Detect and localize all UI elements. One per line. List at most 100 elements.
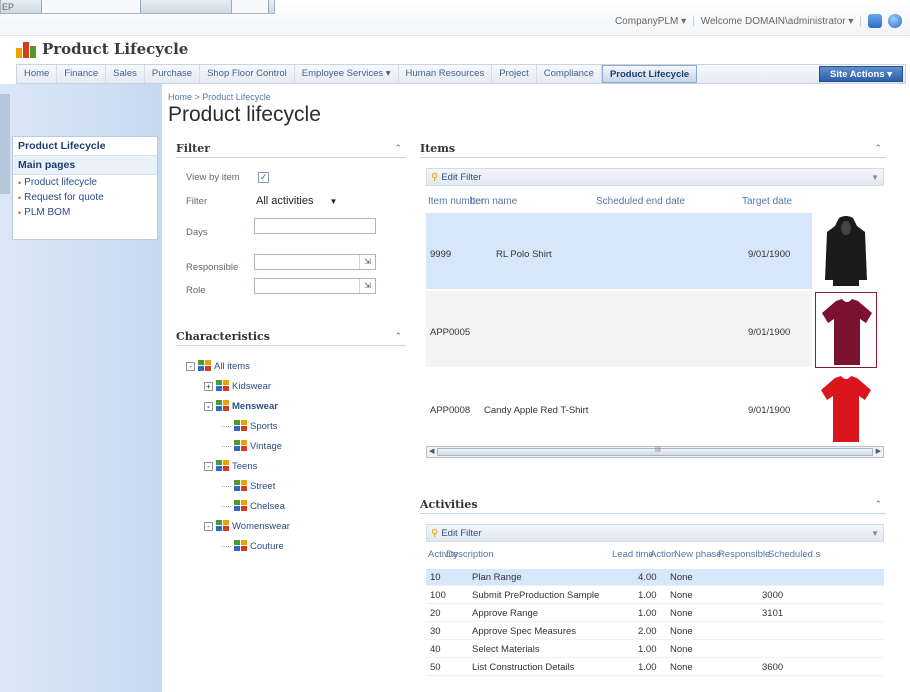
dropdown-arrow-icon: ▼: [329, 197, 338, 206]
item-thumbnail[interactable]: [815, 214, 877, 290]
tree-node-label: Couture: [250, 540, 284, 552]
items-horizontal-scrollbar[interactable]: ◀ III ▶: [426, 446, 884, 458]
nav-item-0[interactable]: Home: [17, 65, 58, 83]
activity-id: 100: [430, 590, 446, 601]
activity-responsible: 3000: [762, 590, 784, 601]
item-name: RL Polo Shirt: [496, 249, 552, 260]
nav-item-7[interactable]: Project: [492, 65, 537, 83]
tree-node[interactable]: Sports: [222, 420, 277, 432]
item-number: APP0008: [430, 405, 471, 416]
days-input[interactable]: [254, 218, 376, 234]
hoodie-icon: [825, 216, 867, 286]
expand-icon[interactable]: +: [204, 381, 213, 391]
activities-column-header[interactable]: Scheduled s: [768, 549, 820, 560]
collapse-tree-icon[interactable]: -: [204, 521, 213, 531]
help-icon[interactable]: [888, 14, 902, 28]
quick-launch-link-label: Request for quote: [24, 192, 104, 203]
activity-lead-time: 1.00: [638, 644, 657, 655]
category-icon: [216, 400, 229, 412]
activities-column-header[interactable]: Lead time: [612, 549, 654, 560]
responsible-label: Responsible: [186, 262, 239, 273]
welcome-menu[interactable]: Welcome DOMAIN\administrator ▾: [701, 16, 854, 27]
item-thumbnail[interactable]: [815, 370, 877, 446]
category-icon: [234, 420, 247, 432]
category-icon: [234, 540, 247, 552]
tree-node[interactable]: - Menswear: [204, 400, 278, 412]
role-input[interactable]: ⇲: [254, 278, 376, 294]
scroll-left-icon[interactable]: ◀: [429, 447, 434, 455]
item-target-date: 9/01/1900: [748, 327, 791, 338]
my-site-icon[interactable]: [868, 14, 882, 28]
nav-item-4[interactable]: Shop Floor Control: [200, 65, 295, 83]
activities-column-header[interactable]: Responsible: [718, 549, 770, 560]
nav-item-3[interactable]: Purchase: [145, 65, 201, 83]
activities-column-header[interactable]: New phase: [674, 549, 722, 560]
category-icon: [216, 460, 229, 472]
scroll-grip: III: [655, 447, 661, 454]
nav-item-6[interactable]: Human Resources: [399, 65, 493, 83]
item-thumbnail[interactable]: [815, 292, 877, 368]
collapse-tree-icon[interactable]: -: [186, 361, 195, 371]
collapse-tree-icon[interactable]: -: [204, 401, 213, 411]
filter-icon: ⚲: [431, 171, 439, 183]
items-column-header[interactable]: Item name: [470, 196, 517, 207]
tree-node-label: Sports: [250, 420, 278, 432]
site-actions-button[interactable]: Site Actions ▾: [819, 66, 903, 82]
tree-node-label: All items: [214, 360, 250, 372]
scroll-thumb[interactable]: III: [437, 447, 873, 456]
tree-node-label: Street: [250, 480, 276, 492]
category-icon: [216, 520, 229, 532]
collapse-tree-icon[interactable]: -: [204, 461, 213, 471]
view-by-item-checkbox[interactable]: ✓: [258, 172, 269, 183]
nav-item-1[interactable]: Finance: [57, 65, 107, 83]
activity-responsible: 3600: [762, 662, 784, 673]
tree-connector: [222, 425, 231, 427]
site-title[interactable]: Product Lifecycle: [42, 40, 188, 58]
activities-column-header[interactable]: Action: [650, 549, 676, 560]
scroll-right-icon[interactable]: ▶: [876, 447, 881, 455]
tree-node[interactable]: Chelsea: [222, 500, 285, 512]
collapse-icon[interactable]: ⌃: [874, 499, 886, 510]
quick-launch-heading[interactable]: Product Lifecycle: [13, 137, 157, 155]
quick-launch-link[interactable]: • Product lifecycle: [13, 175, 157, 190]
quick-launch-link[interactable]: • PLM BOM: [13, 205, 157, 220]
activity-action: None: [670, 644, 693, 655]
toolbar-dropdown-icon[interactable]: ▼: [871, 173, 879, 182]
items-column-header[interactable]: Scheduled end date: [596, 196, 685, 207]
toolbar-dropdown-icon[interactable]: ▼: [871, 529, 879, 538]
filter-title: Filter: [176, 142, 211, 155]
activity-id: 20: [430, 608, 441, 619]
collapse-icon[interactable]: ⌃: [874, 143, 886, 154]
quick-launch-link[interactable]: • Request for quote: [13, 190, 157, 205]
tree-node[interactable]: - Womenswear: [204, 520, 290, 532]
items-edit-filter[interactable]: ⚲ Edit Filter: [431, 172, 481, 183]
nav-item-8[interactable]: Compliance: [537, 65, 602, 83]
items-column-header[interactable]: Target date: [742, 196, 792, 207]
activity-action: None: [670, 626, 693, 637]
category-icon: [234, 480, 247, 492]
site-menu-link[interactable]: CompanyPLM ▾: [615, 16, 686, 27]
tree-connector: [222, 485, 231, 487]
picker-icon[interactable]: ⇲: [359, 279, 375, 293]
nav-item-2[interactable]: Sales: [106, 65, 145, 83]
nav-item-9[interactable]: Product Lifecycle: [601, 65, 698, 83]
tree-node[interactable]: - Teens: [204, 460, 257, 472]
collapse-icon[interactable]: ⌃: [394, 331, 406, 342]
activities-edit-filter[interactable]: ⚲ Edit Filter: [431, 528, 481, 539]
tree-node[interactable]: Vintage: [222, 440, 282, 452]
activity-id: 50: [430, 662, 441, 673]
tree-node[interactable]: Street: [222, 480, 275, 492]
tree-node[interactable]: Couture: [222, 540, 284, 552]
picker-icon[interactable]: ⇲: [359, 255, 375, 269]
nav-item-5[interactable]: Employee Services ▾: [295, 65, 399, 83]
breadcrumb[interactable]: Home > Product Lifecycle: [168, 92, 271, 102]
tree-node[interactable]: - All items: [186, 360, 250, 372]
quick-launch-link-label: PLM BOM: [24, 207, 71, 218]
collapse-icon[interactable]: ⌃: [394, 143, 406, 154]
quick-launch-section: Main pages: [13, 155, 157, 175]
edit-filter-label: Edit Filter: [441, 171, 482, 183]
activities-column-header[interactable]: Description: [446, 549, 494, 560]
tree-node[interactable]: + Kidswear: [204, 380, 271, 392]
filter-select[interactable]: All activities ▼: [256, 195, 337, 207]
responsible-input[interactable]: ⇲: [254, 254, 376, 270]
